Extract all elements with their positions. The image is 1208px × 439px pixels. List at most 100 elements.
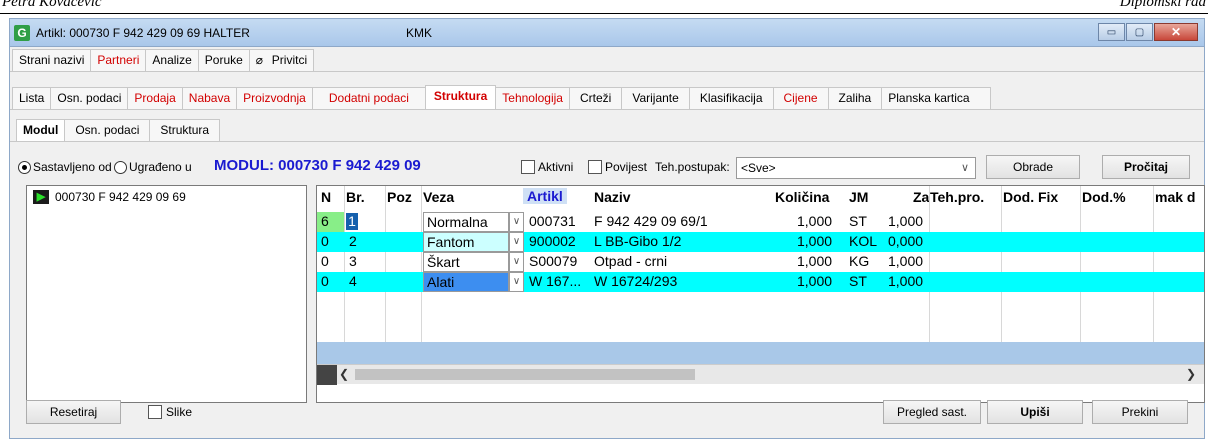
- col-dod-pct[interactable]: Dod.%: [1082, 189, 1126, 205]
- row-veza[interactable]: Fantom: [423, 232, 509, 252]
- scroll-thumb[interactable]: [355, 369, 695, 380]
- tab-proizvodnja[interactable]: Proizvodnja: [236, 87, 313, 109]
- row-jm: ST: [849, 213, 867, 229]
- row-kolicina: 1,000: [797, 213, 833, 229]
- col-poz[interactable]: Poz: [387, 189, 412, 205]
- row-veza[interactable]: Normalna: [423, 212, 509, 232]
- artikl-window: G Artikl: 000730 F 942 429 09 69 HALTER …: [9, 18, 1205, 439]
- table-row[interactable]: 0 4 Alati ∨ W 167... W 16724/293 1,000 S…: [317, 272, 1204, 292]
- aktivni-checkbox[interactable]: [521, 160, 535, 174]
- tab-privitci-label: Privitci: [271, 53, 308, 67]
- slike-label: Slike: [166, 405, 193, 419]
- tab-zaliha[interactable]: Zaliha: [827, 87, 883, 109]
- table-row[interactable]: 0 2 Fantom ∨ 900002 L BB-Gibo 1/2 1,000 …: [317, 232, 1204, 252]
- tree-item-root[interactable]: ▶ 000730 F 942 429 09 69: [33, 190, 186, 204]
- prekini-button[interactable]: Prekini: [1092, 400, 1188, 424]
- subtab-struktura[interactable]: Struktura: [149, 119, 221, 141]
- chevron-down-icon[interactable]: ∨: [509, 212, 524, 232]
- procitaj-button[interactable]: Pročitaj: [1102, 155, 1190, 179]
- scroll-right-icon[interactable]: ❯: [1186, 367, 1196, 381]
- povijest-label: Povijest: [605, 160, 648, 174]
- row-br[interactable]: 1: [346, 213, 358, 230]
- row-naziv: Otpad - crni: [594, 253, 668, 269]
- slike-checkbox[interactable]: [148, 405, 162, 419]
- povijest-checkbox[interactable]: [588, 160, 602, 174]
- col-mak[interactable]: mak d: [1155, 189, 1195, 205]
- grid-empty-band: [317, 342, 1204, 364]
- row-naziv: L BB-Gibo 1/2: [594, 233, 682, 249]
- col-br[interactable]: Br.: [346, 189, 365, 205]
- tab-dodatni-podaci[interactable]: Dodatni podaci: [311, 87, 426, 109]
- resetiraj-button[interactable]: Resetiraj: [26, 400, 121, 424]
- row-artikl: 000731: [529, 213, 576, 229]
- chevron-down-icon[interactable]: ∨: [509, 252, 524, 272]
- col-naziv[interactable]: Naziv: [594, 189, 631, 205]
- structure-grid[interactable]: N Br. Poz Veza Artikl Naziv Količina JM …: [316, 185, 1205, 403]
- tab-partneri[interactable]: Partneri: [90, 49, 147, 71]
- col-jm[interactable]: JM: [849, 189, 868, 205]
- tabs-row-2: Lista Osn. podaci Prodaja Nabava Proizvo…: [12, 85, 991, 109]
- obrade-button[interactable]: Obrade: [986, 155, 1080, 179]
- table-row[interactable]: 0 3 Škart ∨ S00079 Otpad - crni 1,000 KG…: [317, 252, 1204, 272]
- col-teh-pro[interactable]: Teh.pro.: [930, 189, 984, 205]
- col-veza[interactable]: Veza: [423, 189, 454, 205]
- radio-ugradeno-u[interactable]: [114, 161, 127, 174]
- teh-postupak-select[interactable]: <Sve> ∨: [736, 157, 976, 179]
- title-bar[interactable]: G Artikl: 000730 F 942 429 09 69 HALTER …: [10, 19, 1204, 47]
- tab-struktura[interactable]: Struktura: [424, 85, 497, 109]
- tab-tehnologija[interactable]: Tehnologija: [495, 87, 570, 109]
- tab-strani-nazivi[interactable]: Strani nazivi: [12, 49, 92, 71]
- row-br: 2: [349, 233, 357, 249]
- tab-analize[interactable]: Analize: [145, 49, 199, 71]
- col-dod-fix[interactable]: Dod. Fix: [1003, 189, 1058, 205]
- pregled-sast-button[interactable]: Pregled sast.: [883, 400, 981, 424]
- row-za: 0,000: [888, 233, 924, 249]
- tab-nabava[interactable]: Nabava: [181, 87, 238, 109]
- col-n[interactable]: N: [321, 189, 331, 205]
- window-subtitle: KMK: [406, 26, 433, 40]
- col-kolicina[interactable]: Količina: [775, 189, 829, 205]
- row-jm: ST: [849, 273, 867, 289]
- tab-poruke[interactable]: Poruke: [197, 49, 250, 71]
- chevron-down-icon[interactable]: ∨: [509, 272, 524, 292]
- chevron-down-icon[interactable]: ∨: [509, 232, 524, 252]
- row-veza[interactable]: Alati: [423, 272, 509, 292]
- minimize-icon[interactable]: ▭: [1098, 23, 1125, 41]
- header-rule: [0, 13, 1208, 14]
- tab-crtezi[interactable]: Crteži: [568, 87, 623, 109]
- col-za[interactable]: Za: [913, 189, 929, 205]
- tab-cijene[interactable]: Cijene: [772, 87, 829, 109]
- tabs-row-3: Modul Osn. podaci Struktura: [16, 119, 221, 141]
- scroll-left-icon[interactable]: ❮: [339, 367, 349, 381]
- subtab-modul[interactable]: Modul: [16, 119, 66, 141]
- module-tree[interactable]: ▶ 000730 F 942 429 09 69: [26, 185, 307, 403]
- horizontal-scrollbar[interactable]: ❮ ❯: [317, 364, 1204, 385]
- grid-header: N Br. Poz Veza Artikl Naziv Količina JM …: [317, 186, 1204, 208]
- tab-planska-kartica[interactable]: Planska kartica: [881, 87, 991, 109]
- tab-prodaja[interactable]: Prodaja: [127, 87, 183, 109]
- module-node-icon: ▶: [33, 190, 49, 204]
- subtab-osn-podaci[interactable]: Osn. podaci: [64, 119, 151, 141]
- maximize-icon[interactable]: ▢: [1126, 23, 1153, 41]
- upisi-button[interactable]: Upiši: [987, 400, 1083, 424]
- radio-sastavljeno-od[interactable]: [18, 161, 31, 174]
- tabrow-divider-3: [10, 141, 1204, 142]
- modul-title: MODUL: 000730 F 942 429 09: [214, 157, 421, 174]
- row-za: 1,000: [888, 213, 924, 229]
- row-naziv: W 16724/293: [594, 273, 678, 289]
- row-n: 6: [321, 213, 329, 229]
- row-br: 3: [349, 253, 357, 269]
- tab-osn-podaci[interactable]: Osn. podaci: [50, 87, 129, 109]
- radio-ugradeno-u-label: Ugrađeno u: [129, 160, 192, 174]
- tabs-row-1: Strani nazivi Partneri Analize Poruke ⌀ …: [12, 49, 315, 71]
- tab-varijante[interactable]: Varijante: [621, 87, 690, 109]
- row-br: 4: [349, 273, 357, 289]
- col-artikl[interactable]: Artikl: [523, 188, 567, 204]
- tab-klasifikacija[interactable]: Klasifikacija: [688, 87, 774, 109]
- row-veza[interactable]: Škart: [423, 252, 509, 272]
- close-icon[interactable]: ✕: [1154, 23, 1198, 41]
- tab-privitci[interactable]: ⌀ Privitci: [248, 49, 315, 71]
- tab-lista[interactable]: Lista: [12, 87, 52, 109]
- table-row[interactable]: 6 1 Normalna ∨ 000731 F 942 429 09 69/1 …: [317, 212, 1204, 232]
- row-artikl: 900002: [529, 233, 576, 249]
